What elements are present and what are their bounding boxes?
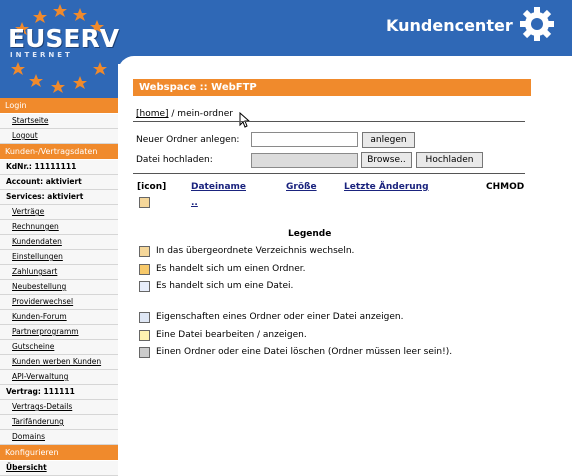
properties-icon xyxy=(139,312,150,323)
sidebar-item-vertraege[interactable]: Verträge xyxy=(0,205,118,220)
sidebar-section-konfigurieren: Konfigurieren xyxy=(0,445,118,461)
breadcrumb-home-link[interactable]: [home] xyxy=(136,109,169,119)
trash-icon xyxy=(139,347,150,358)
sidebar-item-kundendaten[interactable]: Kundendaten xyxy=(0,235,118,250)
sidebar-item-providerwechsel[interactable]: Providerwechsel xyxy=(0,295,118,310)
sidebar: Login Startseite Logout Kunden-/Vertrags… xyxy=(0,98,118,476)
mouse-cursor-icon xyxy=(239,112,251,128)
sidebar-item-einstellungen[interactable]: Einstellungen xyxy=(0,250,118,265)
sidebar-item-gutscheine[interactable]: Gutscheine xyxy=(0,340,118,355)
sidebar-item-partnerprogramm[interactable]: Partnerprogramm xyxy=(0,325,118,340)
table-row[interactable]: .. xyxy=(191,198,198,208)
sidebar-item-rechnungen[interactable]: Rechnungen xyxy=(0,220,118,235)
sidebar-info-kdnr: KdNr.: 11111111 xyxy=(0,160,118,175)
sidebar-item-kunden-werben[interactable]: Kunden werben Kunden xyxy=(0,355,118,370)
sidebar-item-kunden-forum[interactable]: Kunden-Forum xyxy=(0,310,118,325)
column-header-size[interactable]: Größe xyxy=(286,182,317,192)
euserv-logo[interactable]: EUSERV INTERNET xyxy=(0,0,120,98)
sidebar-item-logout[interactable]: Logout xyxy=(0,129,118,144)
create-folder-button[interactable]: anlegen xyxy=(362,132,415,148)
logo-subtext: INTERNET xyxy=(10,51,73,59)
page-title: Webspace :: WebFTP xyxy=(133,79,531,96)
sidebar-info-account: Account: aktiviert xyxy=(0,175,118,190)
sidebar-item-neubestellung[interactable]: Neubestellung xyxy=(0,280,118,295)
sidebar-item-startseite[interactable]: Startseite xyxy=(0,114,118,129)
sidebar-info-vertrag: Vertrag: 111111 xyxy=(0,385,118,400)
upload-file-field[interactable] xyxy=(251,153,358,168)
legend-title: Legende xyxy=(288,229,332,239)
column-header-modified[interactable]: Letzte Änderung xyxy=(344,182,429,192)
folder-up-icon xyxy=(139,246,150,257)
new-folder-label: Neuer Ordner anlegen: xyxy=(136,135,240,145)
column-header-icon: [icon] xyxy=(137,182,167,192)
folder-icon xyxy=(139,264,150,275)
sidebar-item-zahlungsart[interactable]: Zahlungsart xyxy=(0,265,118,280)
sidebar-item-api[interactable]: API-Verwaltung xyxy=(0,370,118,385)
gear-icon xyxy=(520,7,554,41)
sidebar-item-domains[interactable]: Domains xyxy=(0,430,118,445)
sidebar-section-login: Login xyxy=(0,98,118,114)
upload-button[interactable]: Hochladen xyxy=(416,152,483,168)
sidebar-info-services: Services: aktiviert xyxy=(0,190,118,205)
sidebar-section-kundendaten: Kunden-/Vertragsdaten xyxy=(0,144,118,160)
column-header-chmod: CHMOD xyxy=(486,182,525,192)
edit-icon xyxy=(139,330,150,341)
divider xyxy=(133,173,525,174)
browse-button[interactable]: Browse.. xyxy=(361,152,412,168)
breadcrumb: [home] / mein-ordner xyxy=(136,109,233,119)
upload-label: Datei hochladen: xyxy=(136,155,213,165)
new-folder-input[interactable] xyxy=(251,132,358,147)
divider xyxy=(133,121,525,122)
folder-up-icon[interactable] xyxy=(139,197,150,208)
file-icon xyxy=(139,281,150,292)
page-header-title: Kundencenter xyxy=(386,16,513,35)
logo-text: EUSERV xyxy=(8,24,120,53)
column-header-filename[interactable]: Dateiname xyxy=(191,182,246,192)
sidebar-item-tarifaenderung[interactable]: Tarifänderung xyxy=(0,415,118,430)
breadcrumb-path: / mein-ordner xyxy=(168,109,233,119)
sidebar-item-vertrags-details[interactable]: Vertrags-Details xyxy=(0,400,118,415)
